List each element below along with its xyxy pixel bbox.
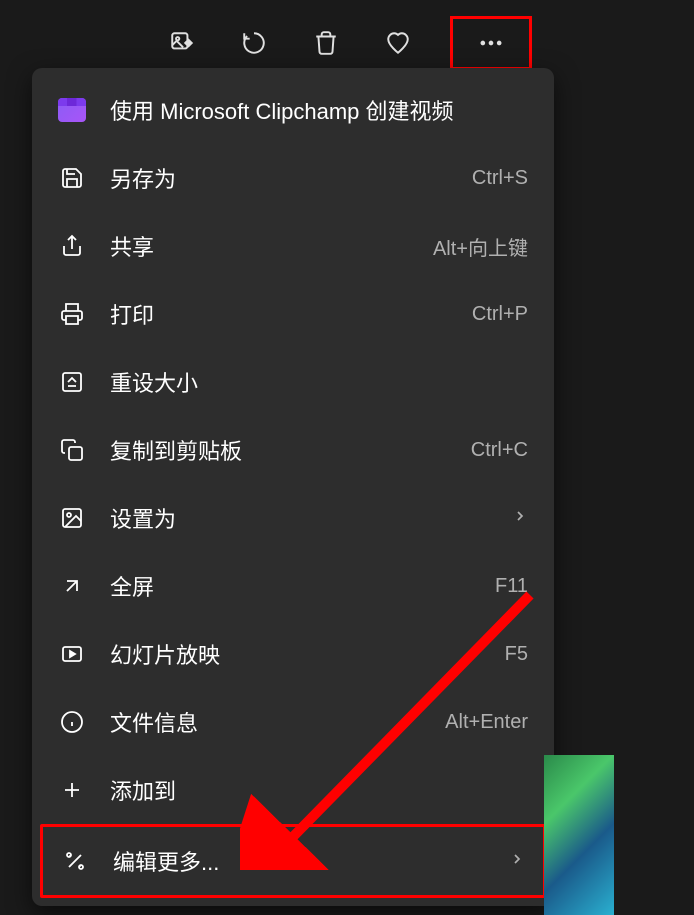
menu-item-set-as[interactable]: 设置为 xyxy=(32,484,554,552)
set-as-icon xyxy=(58,504,86,532)
favorite-button[interactable] xyxy=(378,23,418,63)
menu-label: 复制到剪贴板 xyxy=(110,434,471,466)
menu-shortcut: Alt+向上键 xyxy=(433,232,528,261)
menu-item-file-info[interactable]: 文件信息 Alt+Enter xyxy=(32,688,554,756)
more-icon xyxy=(477,29,505,57)
image-thumbnail xyxy=(544,755,614,915)
share-icon xyxy=(58,232,86,260)
menu-label: 文件信息 xyxy=(110,706,445,738)
menu-label: 共享 xyxy=(110,230,433,262)
rotate-button[interactable] xyxy=(234,23,274,63)
copy-icon xyxy=(58,436,86,464)
menu-item-print[interactable]: 打印 Ctrl+P xyxy=(32,280,554,348)
add-icon xyxy=(58,776,86,804)
menu-label: 另存为 xyxy=(110,162,472,194)
delete-button[interactable] xyxy=(306,23,346,63)
slideshow-icon xyxy=(58,640,86,668)
clipchamp-icon xyxy=(58,96,86,124)
print-icon xyxy=(58,300,86,328)
menu-label: 全屏 xyxy=(110,570,495,602)
menu-shortcut: F5 xyxy=(505,643,528,666)
chevron-right-icon xyxy=(512,508,528,529)
menu-shortcut: F11 xyxy=(495,575,528,598)
more-button[interactable] xyxy=(450,16,532,70)
menu-label: 设置为 xyxy=(110,502,512,534)
menu-item-add-to[interactable]: 添加到 xyxy=(32,756,554,824)
menu-label: 打印 xyxy=(110,298,472,330)
menu-item-save-as[interactable]: 另存为 Ctrl+S xyxy=(32,144,554,212)
menu-item-copy[interactable]: 复制到剪贴板 Ctrl+C xyxy=(32,416,554,484)
menu-label: 使用 Microsoft Clipchamp 创建视频 xyxy=(110,94,528,126)
menu-item-slideshow[interactable]: 幻灯片放映 F5 xyxy=(32,620,554,688)
edit-image-button[interactable] xyxy=(162,23,202,63)
edit-image-icon xyxy=(169,30,195,56)
menu-shortcut: Ctrl+C xyxy=(471,439,528,462)
menu-item-fullscreen[interactable]: 全屏 F11 xyxy=(32,552,554,620)
dropdown-menu: 使用 Microsoft Clipchamp 创建视频 另存为 Ctrl+S 共… xyxy=(32,68,554,906)
trash-icon xyxy=(313,30,339,56)
info-icon xyxy=(58,708,86,736)
menu-label: 编辑更多... xyxy=(113,845,509,877)
menu-item-clipchamp[interactable]: 使用 Microsoft Clipchamp 创建视频 xyxy=(32,76,554,144)
save-icon xyxy=(58,164,86,192)
heart-icon xyxy=(385,30,411,56)
menu-item-share[interactable]: 共享 Alt+向上键 xyxy=(32,212,554,280)
menu-label: 重设大小 xyxy=(110,366,528,398)
fullscreen-icon xyxy=(58,572,86,600)
edit-icon xyxy=(61,847,89,875)
rotate-icon xyxy=(241,30,267,56)
chevron-right-icon xyxy=(509,851,525,872)
menu-shortcut: Alt+Enter xyxy=(445,711,528,734)
menu-label: 幻灯片放映 xyxy=(110,638,505,670)
resize-icon xyxy=(58,368,86,396)
menu-item-resize[interactable]: 重设大小 xyxy=(32,348,554,416)
menu-shortcut: Ctrl+P xyxy=(472,303,528,326)
menu-label: 添加到 xyxy=(110,774,528,806)
menu-item-edit-more[interactable]: 编辑更多... xyxy=(40,824,546,898)
menu-shortcut: Ctrl+S xyxy=(472,167,528,190)
